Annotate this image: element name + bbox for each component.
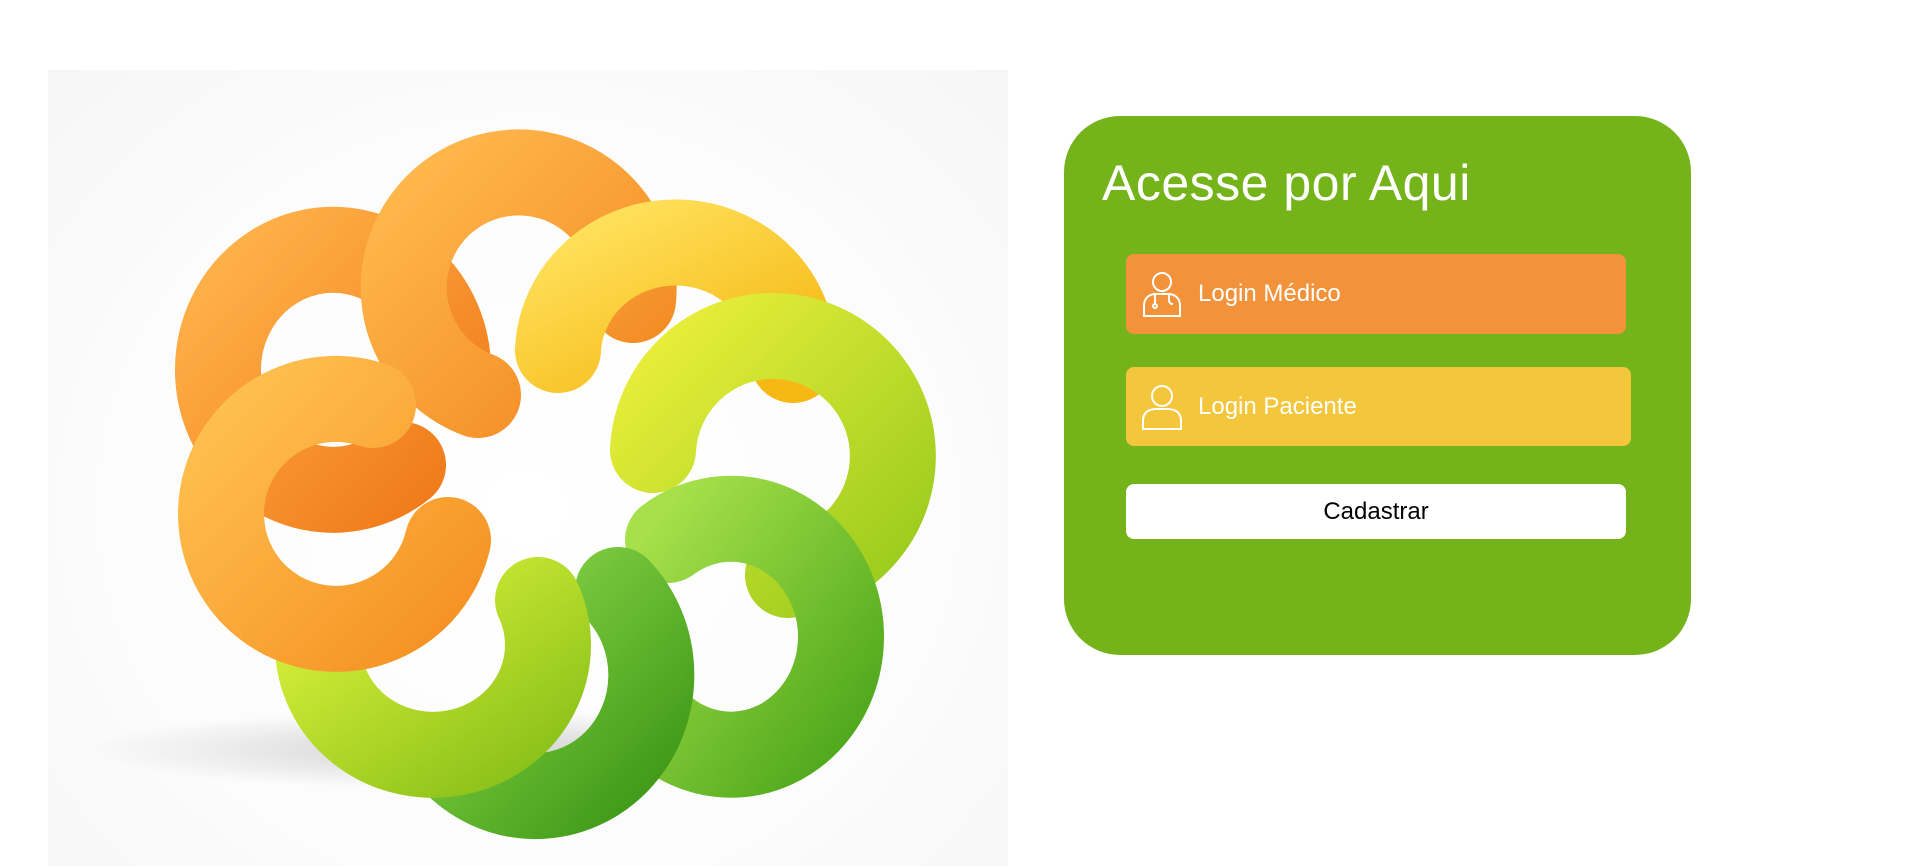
login-medico-button[interactable]: Login Médico — [1126, 254, 1626, 334]
colorful-rings-logo — [88, 129, 936, 840]
login-medico-label: Login Médico — [1198, 280, 1341, 307]
login-card: Acesse por Aqui Login Médico Login Pacie… — [1064, 116, 1691, 655]
login-paciente-label: Login Paciente — [1198, 392, 1357, 420]
cadastrar-label: Cadastrar — [1323, 497, 1429, 525]
doctor-user-icon — [1140, 270, 1184, 318]
hero-image — [48, 70, 1008, 866]
login-paciente-button[interactable]: Login Paciente — [1126, 367, 1631, 446]
login-page: Acesse por Aqui Login Médico Login Pacie… — [0, 0, 1918, 866]
user-icon — [1140, 383, 1184, 431]
cadastrar-button[interactable]: Cadastrar — [1126, 484, 1626, 539]
card-title: Acesse por Aqui — [1102, 155, 1471, 211]
